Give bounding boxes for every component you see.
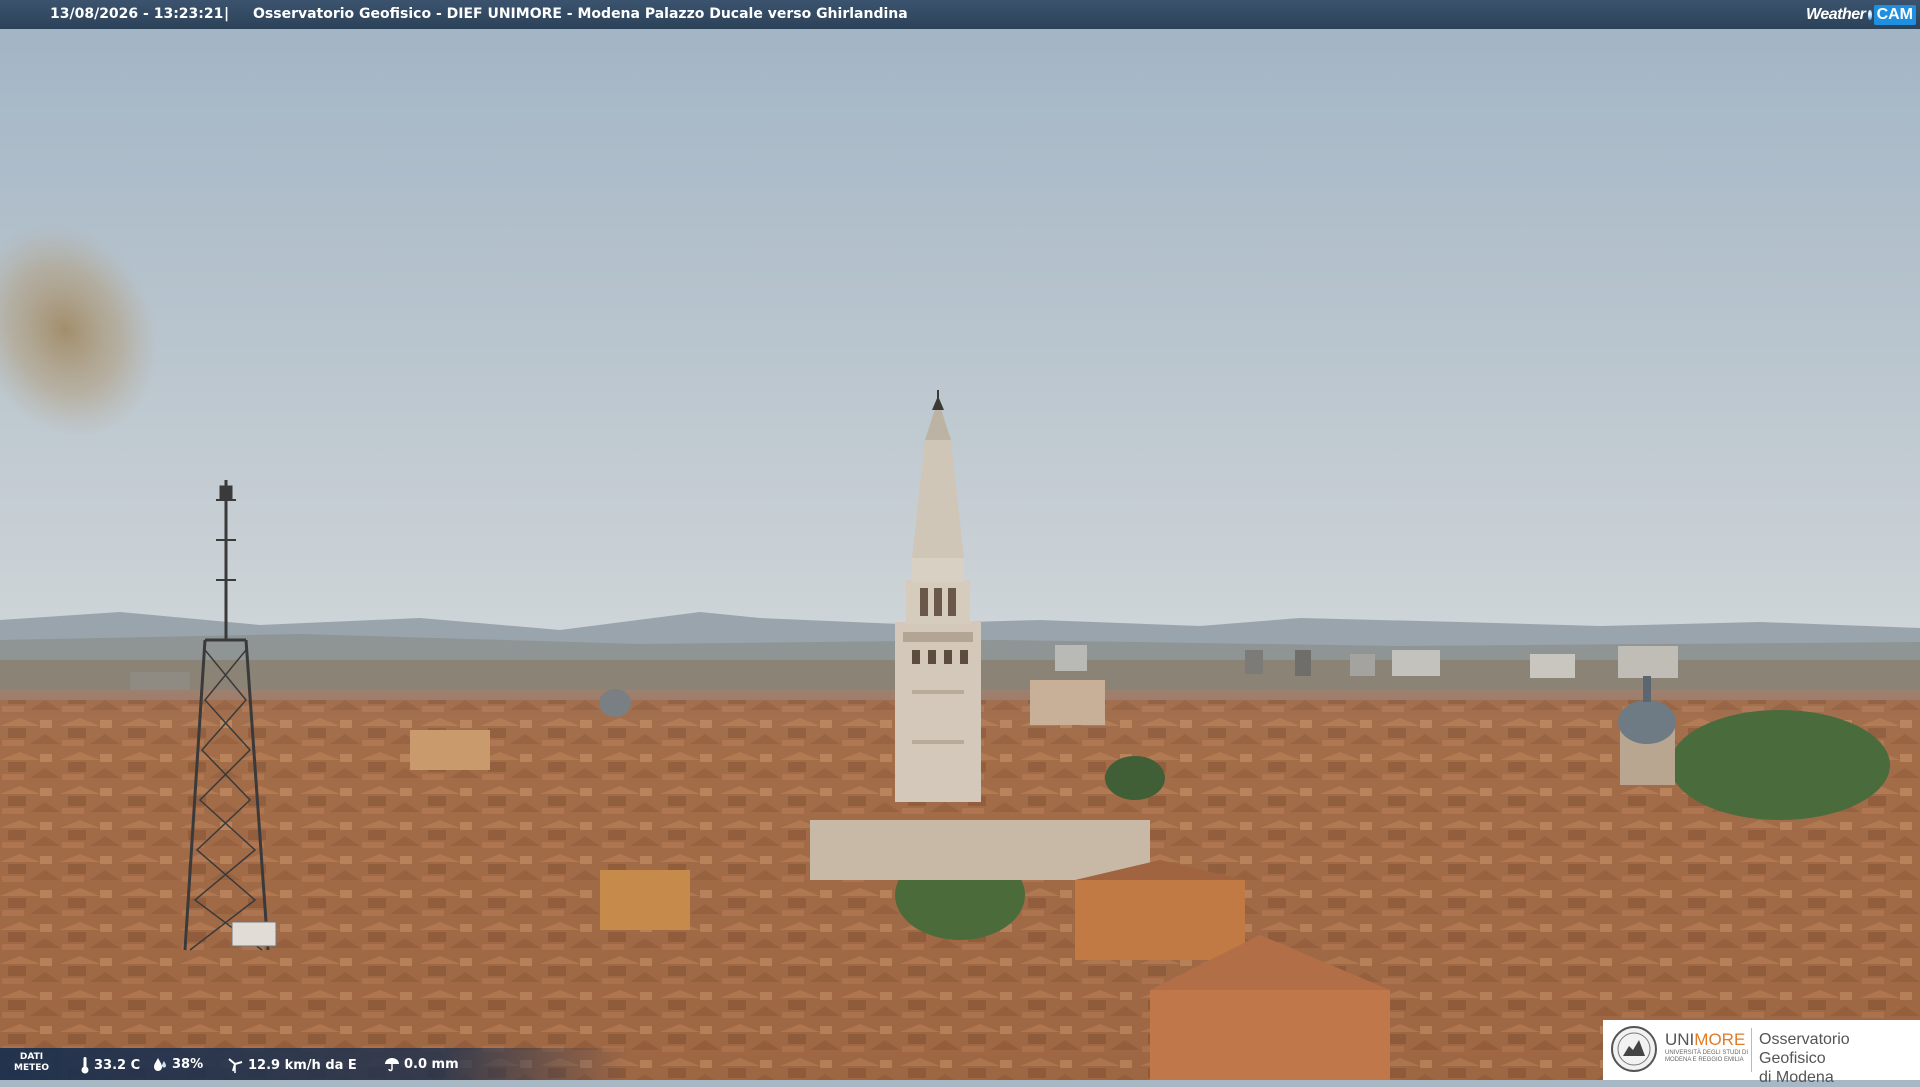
temperature-reading: 33.2 C [80, 1056, 140, 1074]
camera-title: Osservatorio Geofisico - DIEF UNIMORE - … [253, 6, 908, 22]
brand-dot-icon [1868, 9, 1872, 20]
unimore-logo-box: UNIMORE UNIVERSITÀ DEGLI STUDI DI MODENA… [1603, 1020, 1920, 1086]
wind-turbine-icon [228, 1058, 243, 1073]
webcam-image [0, 0, 1920, 1080]
unimore-subtitle: UNIVERSITÀ DEGLI STUDI DI MODENA E REGGI… [1665, 1050, 1749, 1063]
brand-cam: CAM [1873, 4, 1916, 25]
weather-data-strip: DATI METEO 33.2 C 38% 12.9 km/h da E 0.0… [0, 1048, 630, 1080]
observatory-name: Osservatorio Geofisico di Modena [1759, 1031, 1850, 1086]
brand-weather: Weather [1806, 5, 1866, 23]
thermometer-icon [81, 1057, 89, 1074]
humidity-reading: 38% [152, 1056, 203, 1072]
humidity-drop-icon [154, 1058, 166, 1071]
weathercam-logo: Weather CAM [1806, 0, 1920, 29]
logo-divider [1751, 1028, 1752, 1072]
umbrella-icon [385, 1058, 399, 1072]
weather-label: DATI METEO [14, 1052, 50, 1073]
university-seal-icon [1611, 1026, 1657, 1072]
separator: | [224, 6, 230, 22]
unimore-wordmark: UNIMORE [1665, 1030, 1746, 1049]
top-info-bar: 13/08/2026 - 13:23:21 | Osservatorio Geo… [0, 0, 1920, 29]
wind-reading: 12.9 km/h da E [226, 1056, 357, 1074]
rain-reading: 0.0 mm [384, 1056, 459, 1072]
timestamp: 13/08/2026 - 13:23:21 [50, 6, 224, 22]
